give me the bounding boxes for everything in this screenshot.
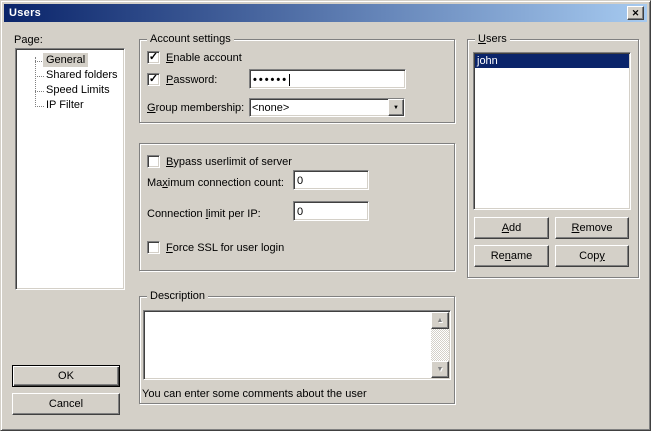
description-hint: You can enter some comments about the us… (142, 388, 367, 400)
page-item-general[interactable]: General (43, 53, 88, 67)
page-item-shared-folders[interactable]: Shared folders (43, 68, 121, 82)
window-title: Users (9, 7, 41, 19)
description-title: Description (147, 290, 208, 302)
scroll-down-button[interactable]: ▼ (431, 361, 449, 378)
force-ssl-checkbox[interactable] (147, 241, 160, 254)
password-checkbox[interactable]: ✓ (147, 73, 160, 86)
page-listbox: General Shared folders Speed Limits IP F… (15, 48, 125, 290)
chevron-down-icon[interactable]: ▼ (388, 99, 404, 116)
checkmark-icon: ✓ (149, 52, 158, 63)
checkmark-icon: ✓ (149, 74, 158, 85)
group-membership-dropdown[interactable]: <none> ▼ (249, 98, 405, 117)
max-connection-count-value: 0 (297, 175, 303, 187)
group-membership-value: <none> (250, 99, 388, 116)
scroll-up-button[interactable]: ▲ (431, 312, 449, 329)
close-button[interactable]: ✕ (627, 6, 644, 20)
page-item-ip-filter[interactable]: IP Filter (43, 98, 87, 112)
password-input[interactable]: •••••• (249, 69, 406, 89)
group-membership-label: Group membership: (147, 102, 244, 114)
tree-connector (35, 57, 36, 107)
enable-account-label[interactable]: Enable account (166, 52, 242, 64)
scroll-up-icon: ▲ (437, 317, 444, 324)
description-scrollbar[interactable]: ▲ ▼ (431, 312, 449, 378)
account-settings-title: Account settings (147, 33, 234, 45)
connection-limit-per-ip-input[interactable]: 0 (293, 201, 369, 221)
password-label[interactable]: Password: (166, 74, 217, 86)
bypass-userlimit-label[interactable]: Bypass userlimit of server (166, 156, 292, 168)
users-listbox: john (473, 52, 631, 210)
connection-limit-per-ip-value: 0 (297, 206, 303, 218)
remove-button[interactable]: Remove (555, 217, 629, 239)
max-connection-count-label: Maximum connection count: (147, 177, 284, 189)
title-bar: Users ✕ (4, 4, 647, 22)
rename-button[interactable]: Rename (474, 245, 549, 267)
cancel-button[interactable]: Cancel (12, 393, 120, 415)
max-connection-count-input[interactable]: 0 (293, 170, 369, 190)
text-caret (289, 74, 290, 86)
connection-limit-per-ip-label: Connection limit per IP: (147, 208, 261, 220)
copy-button[interactable]: Copy (555, 245, 629, 267)
scroll-down-icon: ▼ (437, 366, 444, 373)
description-textarea[interactable]: ▲ ▼ (143, 310, 451, 380)
page-label: Page: (14, 34, 43, 46)
enable-account-checkbox[interactable]: ✓ (147, 51, 160, 64)
close-icon: ✕ (632, 9, 640, 18)
bypass-userlimit-checkbox[interactable] (147, 155, 160, 168)
password-value: •••••• (253, 74, 288, 86)
force-ssl-label[interactable]: Force SSL for user login (166, 242, 284, 254)
user-list-item[interactable]: john (475, 54, 629, 68)
users-dialog: Users ✕ Page: General Shared folders Spe… (0, 0, 651, 431)
add-button[interactable]: Add (474, 217, 549, 239)
page-item-speed-limits[interactable]: Speed Limits (43, 83, 113, 97)
ok-button[interactable]: OK (12, 365, 120, 387)
users-group-title: Users (475, 33, 510, 45)
